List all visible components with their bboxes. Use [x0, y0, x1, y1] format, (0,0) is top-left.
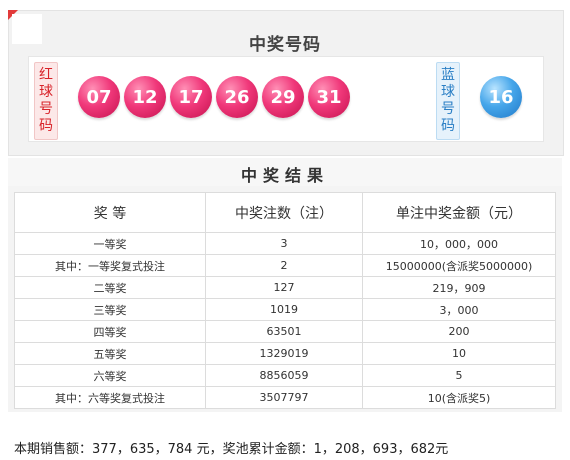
winner-count-cell: 63501: [205, 320, 363, 343]
winner-count-cell: 127: [205, 276, 363, 299]
prize-amount-cell: 10(含派奖5): [362, 386, 556, 409]
table-row: 四等奖 63501 200: [14, 320, 556, 343]
red-ball: 26: [216, 76, 258, 118]
prize-amount-cell: 219，909: [362, 276, 556, 299]
table-header-row: 奖 等 中奖注数（注） 单注中奖金额（元）: [14, 192, 556, 233]
prize-name-cell: 一等奖: [14, 232, 206, 255]
blue-ball-label-text: 蓝 球 号 码: [441, 67, 455, 134]
prize-name-cell: 其中：一等奖复式投注: [14, 254, 206, 277]
red-ball-label-text: 红 球 号 码: [39, 67, 53, 134]
page-title: 中奖号码: [249, 35, 321, 55]
red-ball: 17: [170, 76, 212, 118]
winner-count-cell: 3507797: [205, 386, 363, 409]
winner-count-cell: 1329019: [205, 342, 363, 365]
table-row: 二等奖 127 219，909: [14, 276, 556, 299]
prize-name-cell: 二等奖: [14, 276, 206, 299]
prize-amount-cell: 15000000(含派奖5000000): [362, 254, 556, 277]
table-row: 其中：六等奖复式投注 3507797 10(含派奖5): [14, 386, 556, 409]
column-header-count: 中奖注数（注）: [205, 192, 363, 233]
column-header-amount: 单注中奖金额（元）: [362, 192, 556, 233]
winner-count-cell: 8856059: [205, 364, 363, 387]
table-row: 三等奖 1019 3，000: [14, 298, 556, 321]
prize-amount-cell: 5: [362, 364, 556, 387]
prize-name-cell: 六等奖: [14, 364, 206, 387]
red-ball: 29: [262, 76, 304, 118]
prize-amount-cell: 10，000，000: [362, 232, 556, 255]
blue-ball-label: 蓝 球 号 码: [436, 62, 460, 140]
prize-amount-cell: 200: [362, 320, 556, 343]
prize-amount-cell: 3，000: [362, 298, 556, 321]
sales-summary: 本期销售额：377，635，784 元，奖池累计金额：1，208，693，682…: [14, 442, 449, 457]
table-row: 六等奖 8856059 5: [14, 364, 556, 387]
red-ball: 31: [308, 76, 350, 118]
prize-name-cell: 五等奖: [14, 342, 206, 365]
red-ball: 07: [78, 76, 120, 118]
prize-name-cell: 其中：六等奖复式投注: [14, 386, 206, 409]
table-row: 一等奖 3 10，000，000: [14, 232, 556, 255]
results-title: 中奖结果: [240, 166, 329, 185]
prize-name-cell: 三等奖: [14, 298, 206, 321]
winner-count-cell: 1019: [205, 298, 363, 321]
winner-count-cell: 2: [205, 254, 363, 277]
winner-count-cell: 3: [205, 232, 363, 255]
column-header-prize: 奖 等: [14, 192, 206, 233]
red-ball: 12: [124, 76, 166, 118]
table-row: 其中：一等奖复式投注 2 15000000(含派奖5000000): [14, 254, 556, 277]
blue-ball: 16: [480, 76, 522, 118]
prize-name-cell: 四等奖: [14, 320, 206, 343]
red-ball-label: 红 球 号 码: [34, 62, 58, 140]
results-table: 奖 等 中奖注数（注） 单注中奖金额（元） 一等奖 3 10，000，000 其中：一…: [14, 192, 556, 409]
prize-amount-cell: 10: [362, 342, 556, 365]
table-row: 五等奖 1329019 10: [14, 342, 556, 365]
